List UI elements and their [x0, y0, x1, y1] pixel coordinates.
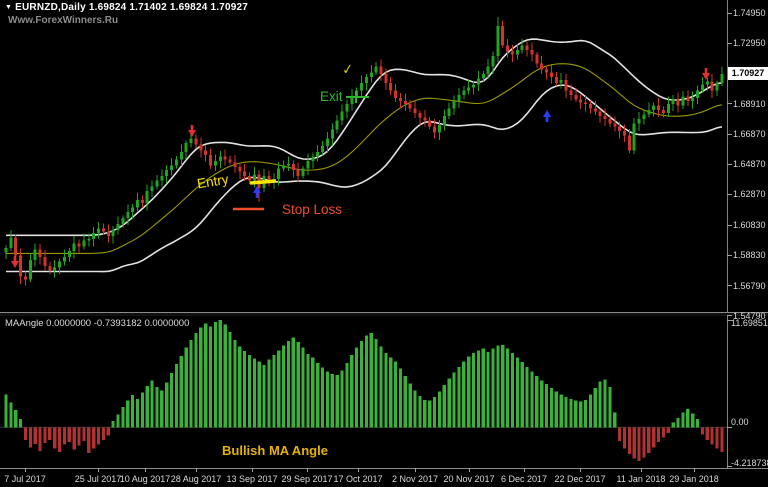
date-axis-tick: [252, 468, 253, 472]
panel-separator-shadow: [0, 313, 768, 316]
price-axis-label: 1.72950: [733, 38, 766, 48]
price-axis-label: 1.64870: [733, 159, 766, 169]
indicator-axis-tick: [727, 320, 732, 321]
main-chart-canvas[interactable]: [0, 0, 727, 316]
date-axis-label: 29 Sep 2017: [281, 474, 332, 484]
date-axis-tick: [25, 468, 26, 472]
date-axis-label: 6 Dec 2017: [501, 474, 547, 484]
panel-separator[interactable]: [0, 312, 768, 313]
price-axis-tick: [727, 315, 732, 316]
date-axis-label: 13 Sep 2017: [226, 474, 277, 484]
price-axis-label: 1.60830: [733, 220, 766, 230]
price-axis-label: 1.68910: [733, 99, 766, 109]
stop-loss-annotation-label[interactable]: Stop Loss: [282, 202, 342, 217]
price-axis-tick: [727, 134, 732, 135]
price-axis-label: 1.66870: [733, 129, 766, 139]
date-axis-tick: [694, 468, 695, 472]
date-axis-label: 10 Aug 2017: [120, 474, 171, 484]
ma-angle-bars: [4, 320, 723, 461]
date-axis-tick: [641, 468, 642, 472]
buy-arrow-icon: [543, 110, 551, 122]
indicator-axis-tick: [727, 427, 732, 428]
date-axis-label: 28 Aug 2017: [171, 474, 222, 484]
sell-arrow-icon: [188, 125, 196, 137]
date-axis-tick: [307, 468, 308, 472]
date-axis-tick: [469, 468, 470, 472]
date-axis-tick: [358, 468, 359, 472]
date-axis-tick: [580, 468, 581, 472]
current-price-tag: 1.70927: [728, 67, 768, 80]
date-axis-tick: [145, 468, 146, 472]
price-axis-label: 1.58830: [733, 250, 766, 260]
date-axis-tick: [415, 468, 416, 472]
entry-highlight-line: [250, 181, 276, 183]
price-axis-tick: [727, 43, 732, 44]
date-axis-label: 17 Oct 2017: [333, 474, 382, 484]
sell-arrow-icon: [702, 68, 710, 80]
watermark: Www.ForexWinners.Ru: [8, 15, 118, 26]
collapse-icon[interactable]: ▼: [5, 4, 12, 11]
symbol-ohlc-header: ▼EURNZD,Daily 1.69824 1.71402 1.69824 1.…: [5, 2, 248, 13]
date-axis-label: 7 Jul 2017: [4, 474, 46, 484]
bullish-ma-angle-label: Bullish MA Angle: [222, 443, 328, 458]
candles: [5, 17, 724, 286]
trade-annotations[interactable]: [233, 91, 369, 209]
price-axis-tick: [727, 194, 732, 195]
date-axis-label: 25 Jul 2017: [75, 474, 122, 484]
price-axis-tick: [727, 13, 732, 14]
date-axis-separator: [0, 468, 768, 469]
price-axis-tick: [727, 103, 732, 104]
date-axis-label: 22 Dec 2017: [554, 474, 605, 484]
price-axis-tick: [727, 225, 732, 226]
indicator-axis-label: 11.698511: [731, 318, 768, 328]
date-axis-label: 2 Nov 2017: [392, 474, 438, 484]
exit-annotation-label[interactable]: Exit: [320, 89, 343, 104]
indicator-axis-tick: [727, 466, 732, 467]
date-axis-tick: [524, 468, 525, 472]
indicator-axis-label: -4.2187386: [731, 458, 768, 468]
symbol-info: EURNZD,Daily 1.69824 1.71402 1.69824 1.7…: [15, 2, 248, 13]
date-axis-tick: [98, 468, 99, 472]
price-axis-label: 1.74950: [733, 8, 766, 18]
date-axis-tick: [196, 468, 197, 472]
date-axis-label: 29 Jan 2018: [669, 474, 719, 484]
date-axis-label: 11 Jan 2018: [617, 474, 666, 484]
indicator-axis-label: 0.00: [731, 417, 749, 427]
price-axis-label: 1.62870: [733, 189, 766, 199]
check-icon: ✓: [341, 60, 355, 78]
indicator-canvas[interactable]: [0, 316, 727, 468]
mt4-chart-window: ▼EURNZD,Daily 1.69824 1.71402 1.69824 1.…: [0, 0, 768, 487]
price-axis-tick: [727, 255, 732, 256]
price-axis-label: 1.56790: [733, 281, 766, 291]
indicator-header: MAAngle 0.0000000 -0.7393182 0.0000000: [5, 318, 189, 329]
price-axis-tick: [727, 285, 732, 286]
price-axis-tick: [727, 164, 732, 165]
sell-arrow-icon: [11, 256, 19, 268]
date-axis-label: 20 Nov 2017: [443, 474, 494, 484]
